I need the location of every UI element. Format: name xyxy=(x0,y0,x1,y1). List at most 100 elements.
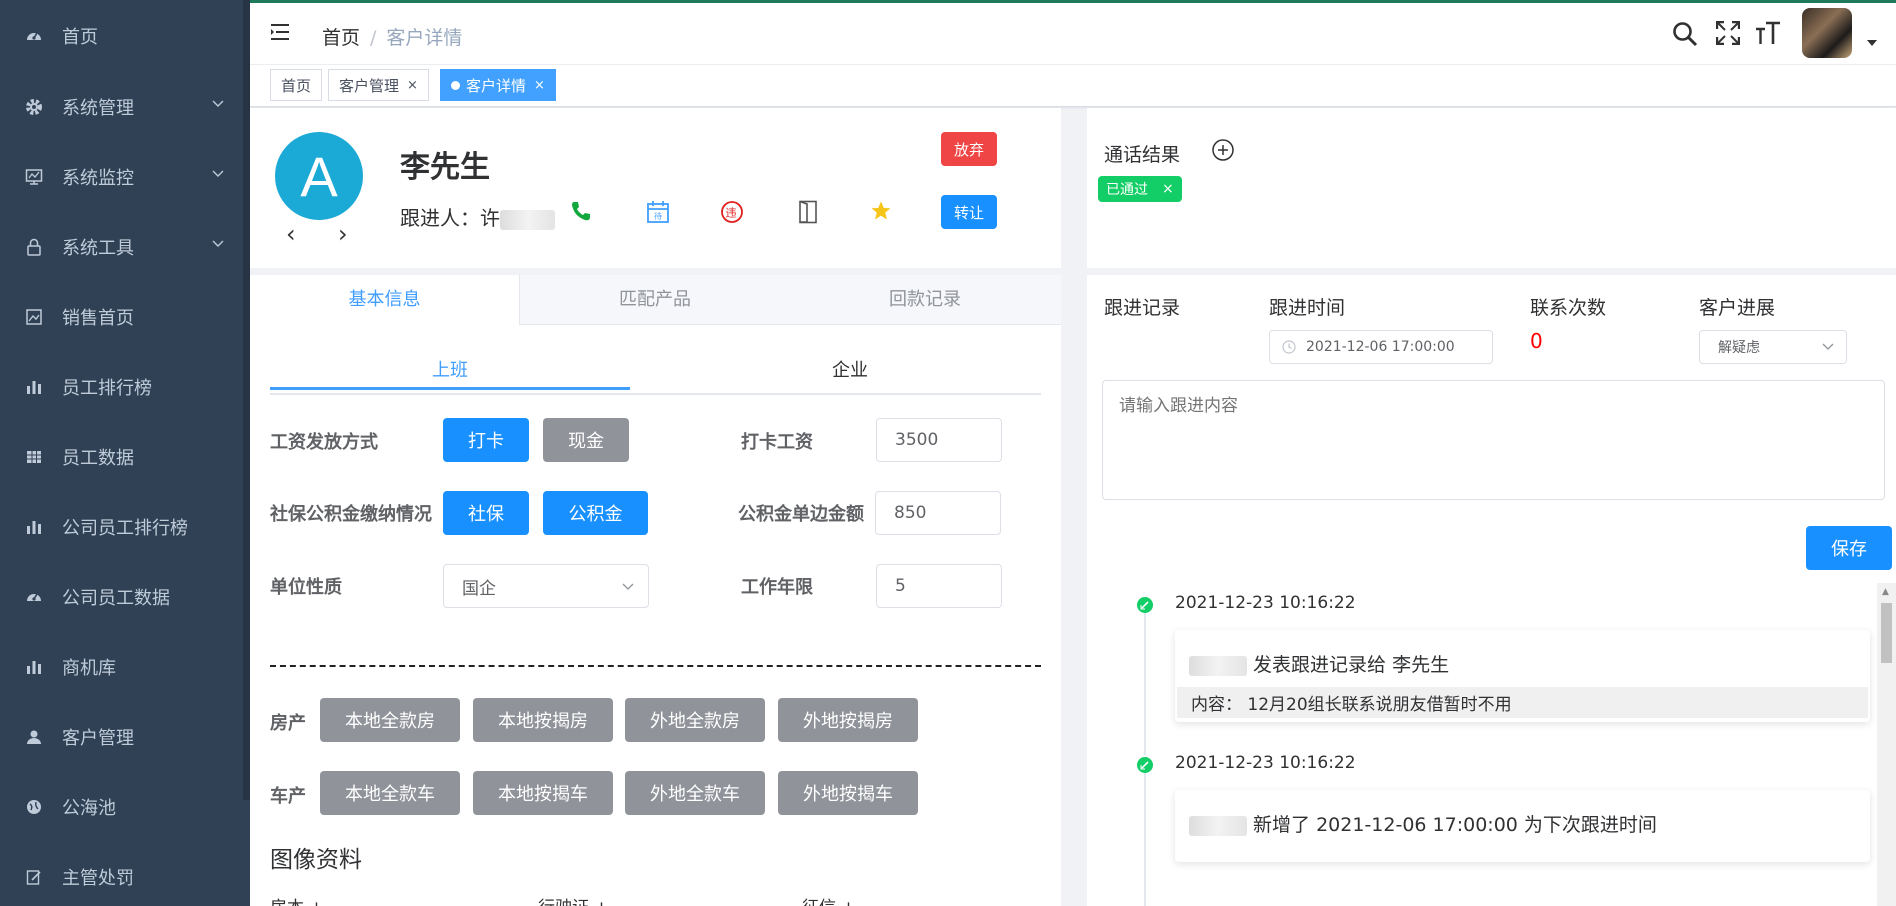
sidebar-item-penalty[interactable]: 主管处罚 xyxy=(0,842,250,906)
property-deed-upload[interactable]: 房本 + xyxy=(270,893,324,906)
star-icon[interactable] xyxy=(870,200,892,222)
fund-amount-input[interactable]: 850 xyxy=(875,491,1001,535)
caret-down-icon[interactable] xyxy=(1867,40,1877,46)
salary-method-label: 工资发放方式 xyxy=(270,432,378,453)
save-button[interactable]: 保存 xyxy=(1806,526,1892,570)
next-customer-button[interactable]: › xyxy=(338,220,348,248)
close-icon[interactable]: × xyxy=(534,78,545,93)
tag-home[interactable]: 首页 xyxy=(270,69,323,101)
transfer-button[interactable]: 转让 xyxy=(941,195,997,229)
tag-customer-detail[interactable]: 客户详情 × xyxy=(440,69,556,101)
customer-avatar: A xyxy=(275,132,363,220)
sidebar-item-system-monitor[interactable]: 系统监控 xyxy=(0,142,250,212)
svg-text:待: 待 xyxy=(654,211,662,221)
credit-report-upload[interactable]: 征信 + xyxy=(802,893,856,906)
customer-progress-select[interactable]: 解疑虑 xyxy=(1699,330,1847,364)
house-option[interactable]: 本地按揭房 xyxy=(473,698,613,742)
unit-type-select[interactable]: 国企 xyxy=(443,564,649,608)
violation-icon[interactable]: 违 xyxy=(720,200,744,224)
follow-content-input[interactable] xyxy=(1102,380,1885,500)
tab-work[interactable]: 上班 xyxy=(270,355,630,390)
timeline-time: 2021-12-23 10:16:22 xyxy=(1175,593,1356,613)
fullscreen-icon[interactable] xyxy=(1716,21,1740,45)
car-option[interactable]: 本地全款车 xyxy=(320,771,460,815)
scrollbar-thumb[interactable] xyxy=(1881,603,1892,663)
close-icon[interactable]: × xyxy=(1162,181,1174,197)
car-option[interactable]: 外地按揭车 xyxy=(778,771,918,815)
salary-cash-option[interactable]: 现金 xyxy=(543,418,629,462)
user-avatar[interactable] xyxy=(1802,8,1852,58)
sidebar-item-label: 首页 xyxy=(62,27,98,48)
tag-customer-manage[interactable]: 客户管理 × xyxy=(328,69,429,101)
door-icon[interactable] xyxy=(796,200,820,224)
breadcrumb-home[interactable]: 首页 xyxy=(322,27,360,49)
tag-label: 客户管理 xyxy=(339,76,400,95)
hamburger-icon[interactable] xyxy=(270,23,290,41)
sub-tabs: 上班 企业 xyxy=(270,355,1041,395)
sidebar-item-public-pool[interactable]: 公海池 xyxy=(0,772,250,842)
timeline-scrollbar[interactable]: ▲ xyxy=(1877,583,1896,906)
sidebar-item-opportunity[interactable]: 商机库 xyxy=(0,632,250,702)
bar-chart-icon xyxy=(24,657,44,677)
sidebar-item-label: 员工排行榜 xyxy=(62,378,152,399)
car-label: 车产 xyxy=(270,786,306,807)
sidebar-item-company-data[interactable]: 公司员工数据 xyxy=(0,562,250,632)
redacted-name xyxy=(500,209,555,230)
sidebar-item-home[interactable]: 首页 xyxy=(0,0,250,72)
social-insurance-option[interactable]: 社保 xyxy=(443,491,529,535)
timeline-content: 内容： 12月20组长联系说朋友借暂时不用 xyxy=(1177,687,1868,718)
sidebar-scrollbar[interactable] xyxy=(243,0,250,800)
house-option[interactable]: 外地全款房 xyxy=(625,698,765,742)
tab-basic-info[interactable]: 基本信息 xyxy=(250,275,520,325)
sidebar-item-system-manage[interactable]: 系统管理 xyxy=(0,72,250,142)
follow-time-picker[interactable]: 2021-12-06 17:00:00 xyxy=(1269,330,1493,364)
house-option[interactable]: 本地全款房 xyxy=(320,698,460,742)
tab-payment-records[interactable]: 回款记录 xyxy=(790,275,1060,325)
search-icon[interactable] xyxy=(1672,21,1698,47)
phone-icon[interactable] xyxy=(570,200,592,222)
contact-count-value: 0 xyxy=(1530,329,1543,353)
main-tabs: 基本信息 匹配产品 回款记录 xyxy=(250,275,1061,325)
salary-card-option[interactable]: 打卡 xyxy=(443,418,529,462)
sidebar-item-label: 公司员工排行榜 xyxy=(62,518,188,539)
prev-customer-button[interactable]: ‹ xyxy=(286,220,296,248)
bar-chart-icon xyxy=(24,377,44,397)
salary-amount-input[interactable]: 3500 xyxy=(876,418,1002,462)
sidebar-item-system-tools[interactable]: 系统工具 xyxy=(0,212,250,282)
edit-icon xyxy=(1137,757,1153,773)
customer-progress-header: 客户进展 xyxy=(1699,297,1776,319)
sidebar-item-customer-manage[interactable]: 客户管理 xyxy=(0,702,250,772)
sidebar-item-label: 公海池 xyxy=(62,798,116,819)
abandon-button[interactable]: 放弃 xyxy=(941,132,997,166)
sidebar-item-staff-ranking[interactable]: 员工排行榜 xyxy=(0,352,250,422)
scroll-up-icon[interactable]: ▲ xyxy=(1882,587,1889,597)
chevron-down-icon xyxy=(622,583,634,590)
sidebar-item-sales-home[interactable]: 销售首页 xyxy=(0,282,250,352)
calendar-icon[interactable]: 待 xyxy=(646,200,670,224)
user-icon xyxy=(24,727,44,747)
sidebar-item-label: 主管处罚 xyxy=(62,868,134,889)
tab-company[interactable]: 企业 xyxy=(670,355,1030,387)
call-result-title: 通话结果 xyxy=(1104,144,1181,166)
tab-match-product[interactable]: 匹配产品 xyxy=(520,275,790,325)
clock-icon xyxy=(1282,340,1296,354)
driving-license-upload[interactable]: 行驶证 + xyxy=(538,893,609,906)
work-years-input[interactable]: 5 xyxy=(876,564,1002,608)
font-size-icon[interactable] xyxy=(1755,21,1781,45)
house-option[interactable]: 外地按揭房 xyxy=(778,698,918,742)
sidebar-item-company-ranking[interactable]: 公司员工排行榜 xyxy=(0,492,250,562)
sidebar-item-label: 系统工具 xyxy=(62,238,134,259)
car-option[interactable]: 本地按揭车 xyxy=(473,771,613,815)
close-icon[interactable]: × xyxy=(407,78,418,93)
add-circle-icon[interactable] xyxy=(1211,138,1235,162)
tag-label: 已通过 xyxy=(1106,182,1148,198)
car-option[interactable]: 外地全款车 xyxy=(625,771,765,815)
edit-icon xyxy=(24,867,44,887)
salary-amount-label: 打卡工资 xyxy=(741,432,813,453)
sidebar-item-label: 系统管理 xyxy=(62,98,134,119)
housing-fund-option[interactable]: 公积金 xyxy=(543,491,648,535)
sidebar-item-label: 客户管理 xyxy=(62,728,134,749)
sidebar-item-staff-data[interactable]: 员工数据 xyxy=(0,422,250,492)
breadcrumb: 首页 / 客户详情 xyxy=(322,23,462,50)
chevron-down-icon xyxy=(212,100,224,107)
